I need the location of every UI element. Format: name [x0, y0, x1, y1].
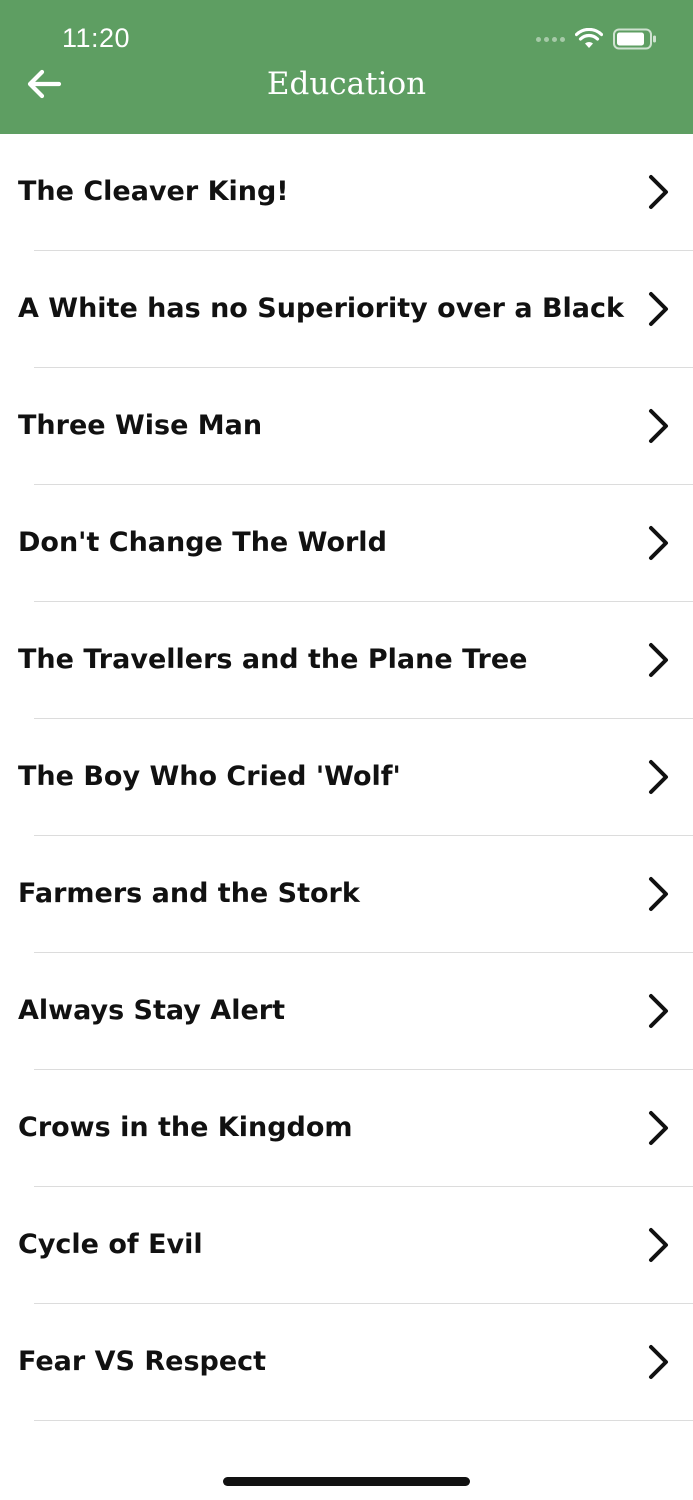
- story-list: The Cleaver King! A White has no Superio…: [0, 134, 693, 1421]
- list-item-label: Crows in the Kingdom: [18, 1112, 353, 1143]
- chevron-right-icon: [649, 175, 668, 209]
- list-item-label: A White has no Superiority over a Black: [18, 293, 624, 324]
- list-item-label: Farmers and the Stork: [18, 878, 360, 909]
- list-item[interactable]: A White has no Superiority over a Black: [0, 251, 693, 368]
- list-item[interactable]: The Travellers and the Plane Tree: [0, 602, 693, 719]
- chevron-right-icon: [649, 994, 668, 1028]
- list-item[interactable]: Cycle of Evil: [0, 1187, 693, 1304]
- list-item-label: Don't Change The World: [18, 527, 387, 558]
- list-item[interactable]: Farmers and the Stork: [0, 836, 693, 953]
- list-item-label: The Boy Who Cried 'Wolf': [18, 761, 401, 792]
- chevron-right-icon: [649, 643, 668, 677]
- list-item[interactable]: Crows in the Kingdom: [0, 1070, 693, 1187]
- list-item-label: Always Stay Alert: [18, 995, 285, 1026]
- battery-icon: [613, 28, 656, 50]
- status-time: 11:20: [62, 23, 131, 53]
- list-item[interactable]: The Boy Who Cried 'Wolf': [0, 719, 693, 836]
- chevron-right-icon: [649, 1111, 668, 1145]
- list-item-label: Three Wise Man: [18, 410, 263, 441]
- home-indicator[interactable]: [223, 1477, 470, 1486]
- list-item[interactable]: Three Wise Man: [0, 368, 693, 485]
- list-item-label: The Cleaver King!: [18, 176, 289, 207]
- cellular-signal-icon: [536, 36, 565, 42]
- list-item[interactable]: Fear VS Respect: [0, 1304, 693, 1421]
- list-item-label: Fear VS Respect: [18, 1346, 267, 1377]
- chevron-right-icon: [649, 1345, 668, 1379]
- list-item[interactable]: The Cleaver King!: [0, 134, 693, 251]
- status-indicators: [536, 24, 657, 54]
- chevron-right-icon: [649, 292, 668, 326]
- row-divider: [34, 1420, 693, 1421]
- chevron-right-icon: [649, 1228, 668, 1262]
- chevron-right-icon: [649, 526, 668, 560]
- chevron-right-icon: [649, 409, 668, 443]
- list-item[interactable]: Don't Change The World: [0, 485, 693, 602]
- list-item-label: Cycle of Evil: [18, 1229, 203, 1260]
- wifi-icon: [575, 28, 603, 48]
- list-item-label: The Travellers and the Plane Tree: [18, 644, 528, 675]
- page-title: Education: [266, 66, 427, 102]
- list-item[interactable]: Always Stay Alert: [0, 953, 693, 1070]
- chevron-right-icon: [649, 877, 668, 911]
- navigation-header: 11:20 Education: [0, 0, 693, 134]
- chevron-right-icon: [649, 760, 668, 794]
